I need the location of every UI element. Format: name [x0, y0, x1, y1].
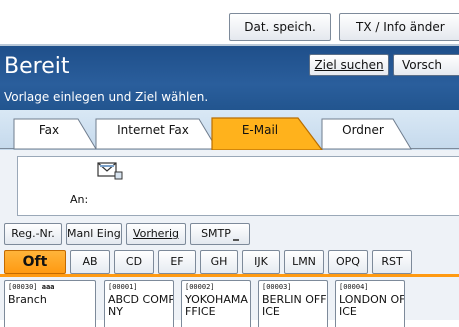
index-tab-rst[interactable]: RST — [372, 250, 412, 274]
status-band: Bereit Vorlage einlegen und Ziel wählen.… — [0, 46, 459, 110]
tab-email[interactable]: E-Mail — [216, 122, 304, 138]
entry-id: [00002] — [185, 283, 215, 291]
smtp-button[interactable]: SMTP — [190, 223, 250, 245]
address-entry[interactable]: [00002] YOKOHAMA O FFICE — [181, 280, 251, 327]
registration-number-button[interactable]: Reg.-Nr. — [4, 223, 62, 245]
entry-name: Branch — [8, 294, 47, 306]
index-tab-ef[interactable]: EF — [158, 250, 196, 274]
index-tab-ab[interactable]: AB — [70, 250, 110, 274]
tab-fax[interactable]: Fax — [14, 122, 84, 138]
entry-id: [00001] — [108, 283, 138, 291]
destination-field[interactable] — [17, 156, 459, 216]
status-title: Bereit — [4, 54, 70, 79]
smtp-indicator-icon — [232, 239, 239, 241]
entry-id: [00030] aaa — [8, 283, 55, 291]
entry-name-continued: NY — [108, 305, 123, 318]
previous-button[interactable]: Vorherig — [126, 223, 186, 245]
address-entry[interactable]: [00004] LONDON OFF ICE — [335, 280, 405, 327]
tab-ordner[interactable]: Ordner — [326, 122, 400, 138]
preview-button[interactable]: Vorsch — [393, 54, 459, 76]
group-mark: aaa — [41, 283, 55, 291]
status-message: Vorlage einlegen und Ziel wählen. — [4, 90, 209, 104]
entry-name-continued: ICE — [339, 305, 357, 318]
search-destination-label: Ziel suchen — [314, 58, 384, 72]
previous-label: Vorherig — [132, 227, 180, 240]
transmission-tab-bar: Fax Internet Fax E-Mail Ordner — [0, 110, 459, 150]
search-destination-button[interactable]: Ziel suchen — [309, 54, 389, 76]
index-tab-opq[interactable]: OPQ — [328, 250, 368, 274]
entry-id: [00004] — [339, 283, 369, 291]
index-tab-cd[interactable]: CD — [114, 250, 154, 274]
top-toolbar: Dat. speich. TX / Info änder — [0, 0, 459, 46]
index-tab-lmn[interactable]: LMN — [284, 250, 324, 274]
address-entry[interactable]: [00003] BERLIN OFF ICE — [258, 280, 328, 327]
tx-info-button[interactable]: TX / Info änder — [339, 13, 459, 41]
manual-entry-button[interactable]: Manl Eing. — [66, 223, 122, 245]
address-entry[interactable]: [00001] ABCD COMPA NY — [104, 280, 174, 327]
index-tab-ijk[interactable]: IJK — [242, 250, 280, 274]
entry-name-continued: FFICE — [185, 305, 216, 318]
entry-id: [00003] — [262, 283, 292, 291]
smtp-label: SMTP — [201, 227, 231, 240]
tab-internet-fax[interactable]: Internet Fax — [100, 122, 206, 138]
save-data-button[interactable]: Dat. speich. — [229, 13, 331, 41]
index-tab-oft[interactable]: Oft — [4, 250, 66, 274]
address-entry[interactable]: [00030] aaa Branch — [4, 280, 96, 327]
index-tab-underline — [0, 274, 459, 277]
index-tab-gh[interactable]: GH — [200, 250, 238, 274]
to-label: An: — [70, 193, 89, 206]
envelope-icon — [97, 162, 123, 180]
entry-name-continued: ICE — [262, 305, 280, 318]
